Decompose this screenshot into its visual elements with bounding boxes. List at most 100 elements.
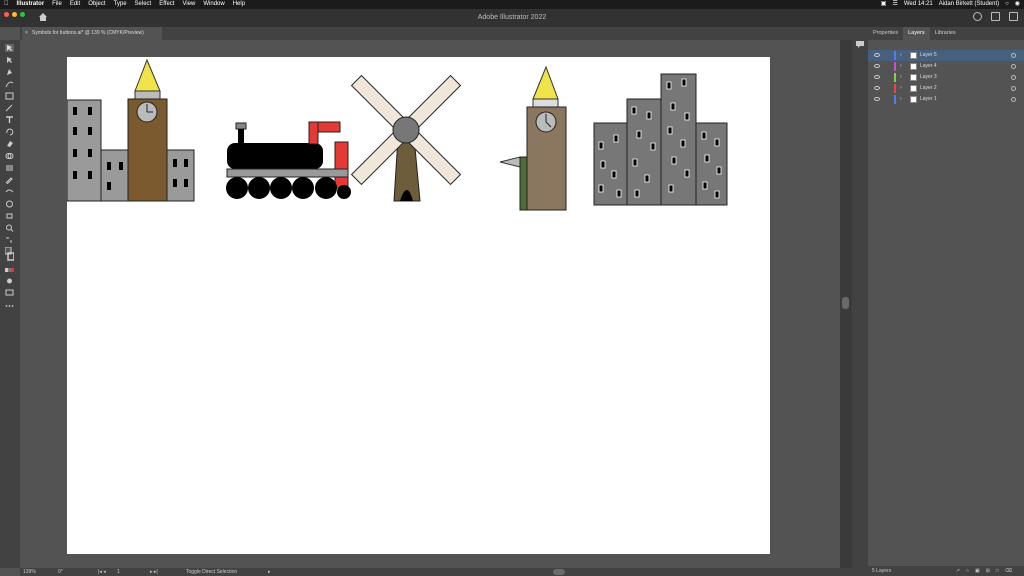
target-circle-icon[interactable]	[1011, 86, 1016, 91]
screen-mode-icon[interactable]	[5, 288, 14, 296]
layer-name[interactable]: Layer 3	[920, 72, 937, 83]
tab-layers[interactable]: Layers	[903, 27, 930, 40]
visibility-eye-icon[interactable]	[874, 97, 880, 101]
vertical-scrollbar[interactable]	[840, 40, 852, 568]
expand-chevron-icon[interactable]: ›	[900, 72, 902, 83]
swap-fill-stroke-icon[interactable]	[5, 236, 14, 244]
export-icon[interactable]: ↗	[956, 568, 966, 574]
layer-row-5[interactable]: › Layer 5	[868, 50, 1024, 61]
artboard-nav-next[interactable]: ▸ ▸|	[150, 568, 158, 576]
apple-icon[interactable]: 	[0, 0, 13, 9]
clipping-mask-icon[interactable]: ▣	[975, 568, 986, 574]
expand-chevron-icon[interactable]: ›	[900, 94, 902, 105]
city-clock-tower-symbol[interactable]	[66, 58, 195, 202]
menu-object[interactable]: Object	[84, 0, 109, 9]
draw-mode-icon[interactable]	[5, 277, 14, 285]
menu-window[interactable]: Window	[199, 0, 228, 9]
target-circle-icon[interactable]	[1011, 53, 1016, 58]
expand-chevron-icon[interactable]: ›	[900, 83, 902, 94]
menu-select[interactable]: Select	[131, 0, 156, 9]
search-icon[interactable]	[973, 12, 982, 21]
paintbrush-tool-icon[interactable]	[5, 104, 14, 112]
color-mode-icon[interactable]	[5, 266, 14, 274]
fill-stroke-swatch[interactable]	[5, 247, 14, 261]
menu-app[interactable]: Illustrator	[13, 0, 49, 9]
visibility-eye-icon[interactable]	[874, 75, 880, 79]
artboard-tool-icon[interactable]	[5, 212, 14, 220]
window-title: Adobe Illustrator 2022	[477, 14, 547, 21]
eraser-tool-icon[interactable]	[5, 140, 14, 148]
horizontal-scroll-thumb[interactable]	[553, 569, 565, 575]
gradient-tool-icon[interactable]	[5, 164, 14, 172]
target-circle-icon[interactable]	[1011, 75, 1016, 80]
skyline-symbol[interactable]	[593, 73, 728, 206]
menu-type[interactable]: Type	[110, 0, 131, 9]
menu-view[interactable]: View	[178, 0, 199, 9]
pen-tool-icon[interactable]	[5, 68, 14, 76]
delete-layer-icon[interactable]: ⌫	[1005, 568, 1018, 574]
layer-name[interactable]: Layer 4	[920, 61, 937, 72]
layer-thumbnail	[910, 85, 917, 92]
rotate-tool-icon[interactable]	[5, 128, 14, 136]
layer-thumbnail	[910, 63, 917, 70]
layer-row-2[interactable]: › Layer 2	[868, 83, 1024, 94]
comments-icon[interactable]	[856, 41, 864, 48]
direct-selection-tool-icon[interactable]	[5, 56, 14, 64]
document-tab[interactable]: × Symbols for buttons.ai* @ 139 % (CMYK/…	[22, 27, 162, 40]
arrange-documents-icon[interactable]	[991, 12, 1000, 21]
windmill-symbol[interactable]	[350, 74, 462, 202]
artboard-number-field[interactable]: 1	[117, 568, 120, 576]
spotlight-icon[interactable]: ○	[1005, 0, 1009, 9]
search-layers-icon[interactable]: ○	[966, 568, 975, 574]
new-sublayer-icon[interactable]: ⊞	[986, 568, 996, 574]
rectangle-tool-icon[interactable]	[5, 92, 14, 100]
tab-properties[interactable]: Properties	[868, 27, 903, 40]
visibility-eye-icon[interactable]	[874, 64, 880, 68]
target-circle-icon[interactable]	[1011, 97, 1016, 102]
rotation-field[interactable]: 0°	[58, 568, 63, 576]
shape-builder-tool-icon[interactable]	[5, 152, 14, 160]
status-menu-arrow[interactable]: ▸	[268, 568, 271, 576]
menu-file[interactable]: File	[48, 0, 66, 9]
layer-row-4[interactable]: › Layer 4	[868, 61, 1024, 72]
status-hint: Toggle Direct Selection	[186, 569, 238, 575]
expand-chevron-icon[interactable]: ›	[900, 50, 902, 61]
new-layer-icon[interactable]: □	[996, 568, 1005, 574]
menu-edit[interactable]: Edit	[66, 0, 84, 9]
curvature-tool-icon[interactable]	[5, 80, 14, 88]
expand-chevron-icon[interactable]: ›	[900, 61, 902, 72]
siri-icon[interactable]: ◉	[1015, 0, 1020, 9]
layer-thumbnail	[910, 96, 917, 103]
visibility-eye-icon[interactable]	[874, 53, 880, 57]
layer-row-1[interactable]: › Layer 1	[868, 94, 1024, 105]
blend-tool-icon[interactable]	[5, 188, 14, 196]
tab-libraries[interactable]: Libraries	[930, 27, 961, 40]
control-center-icon[interactable]: ☰	[892, 0, 897, 9]
target-circle-icon[interactable]	[1011, 64, 1016, 69]
symbol-sprayer-tool-icon[interactable]	[5, 200, 14, 208]
layer-row-3[interactable]: › Layer 3	[868, 72, 1024, 83]
creative-cloud-icon[interactable]: ▣	[881, 0, 887, 9]
menu-effect[interactable]: Effect	[155, 0, 178, 9]
zoom-tool-icon[interactable]	[5, 224, 14, 232]
more-tools-icon[interactable]	[5, 302, 14, 310]
zoom-level-field[interactable]: 139%	[23, 568, 36, 576]
close-tab-icon[interactable]: ×	[25, 27, 28, 40]
user-name[interactable]: Aidan Birkett (Student)	[939, 0, 999, 9]
artboard-nav-arrows[interactable]: |◂ ◂	[98, 568, 106, 576]
eyedropper-tool-icon[interactable]	[5, 176, 14, 184]
artboard[interactable]	[66, 57, 770, 554]
vertical-scroll-thumb[interactable]	[842, 297, 849, 309]
menu-help[interactable]: Help	[229, 0, 249, 9]
train-symbol[interactable]	[226, 121, 351, 199]
type-tool-icon[interactable]	[5, 116, 14, 124]
selection-tool-icon[interactable]	[5, 44, 14, 52]
layer-color-swatch	[894, 73, 896, 82]
layer-name[interactable]: Layer 5	[920, 50, 937, 61]
layer-name[interactable]: Layer 2	[920, 83, 937, 94]
workspace-switcher-icon[interactable]	[1009, 12, 1018, 21]
clock-tower-symbol[interactable]	[499, 65, 567, 211]
visibility-eye-icon[interactable]	[874, 86, 880, 90]
layer-name[interactable]: Layer 1	[920, 94, 937, 105]
canvas-area[interactable]	[20, 40, 840, 568]
